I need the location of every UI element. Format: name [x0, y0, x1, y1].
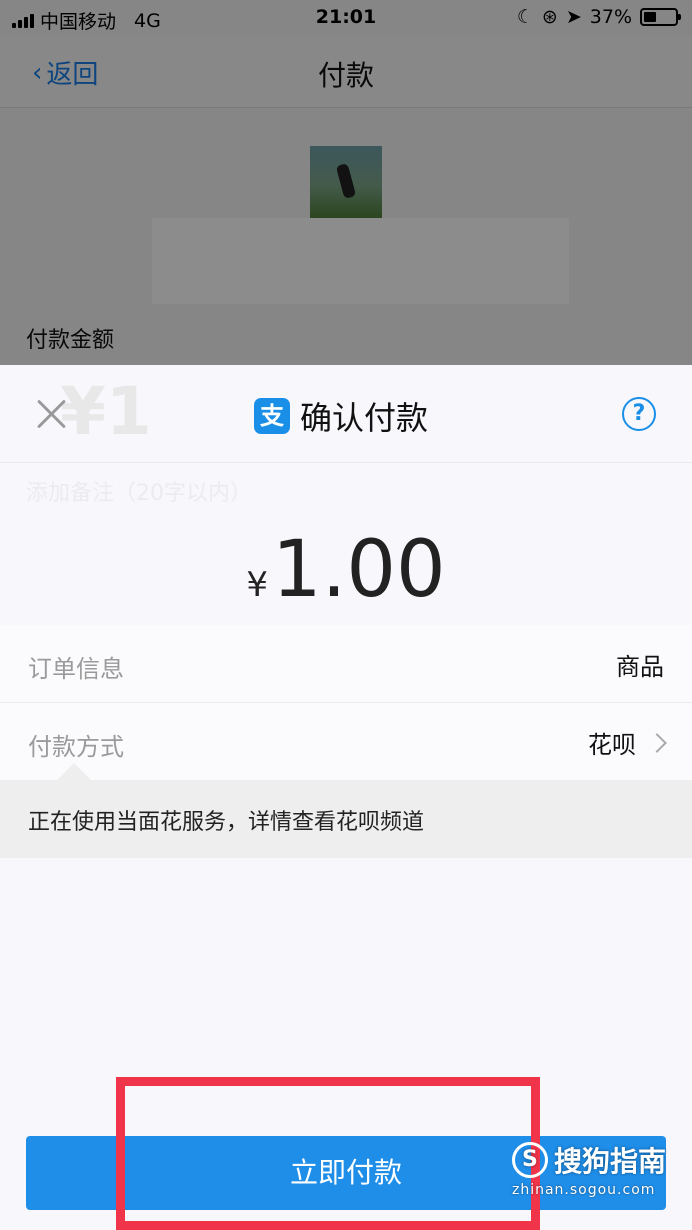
highlight-annotation: [116, 1077, 540, 1230]
dim-overlay[interactable]: [0, 0, 692, 365]
payment-method-value: 花呗: [588, 731, 636, 759]
sogou-watermark: S 搜狗指南 zhinan.sogou.com: [511, 1140, 666, 1198]
payment-method-label: 付款方式: [28, 733, 124, 761]
currency-symbol: ¥: [246, 565, 268, 605]
payment-amount: ¥1.00: [0, 525, 692, 615]
ghost-amount: ¥1: [60, 373, 152, 450]
payment-method-row[interactable]: 付款方式 花呗: [0, 703, 692, 781]
sogou-logo-icon: S: [511, 1142, 548, 1178]
amount-value: 1.00: [271, 525, 446, 615]
ghost-note-text: 添加备注（20字以内）: [26, 481, 252, 506]
watermark-url: zhinan.sogou.com: [511, 1182, 656, 1198]
chevron-right-icon: [647, 732, 667, 753]
order-info-row[interactable]: 订单信息 商品: [0, 625, 692, 703]
confirm-payment-sheet: ¥1 支 确认付款 ? 添加备注（20字以内） ¥1.00 订单信息 商品 付款…: [0, 365, 692, 1230]
order-info-label: 订单信息: [28, 655, 124, 683]
huabei-notice: 正在使用当面花服务，详情查看花呗频道: [0, 780, 692, 858]
alipay-icon: 支: [254, 398, 290, 434]
help-icon[interactable]: ?: [622, 397, 656, 431]
close-icon[interactable]: [30, 393, 72, 435]
sheet-header: ¥1 支 确认付款 ?: [0, 365, 692, 463]
order-info-value: 商品: [616, 653, 664, 681]
sheet-title-text: 确认付款: [300, 399, 429, 437]
sheet-title: 支 确认付款: [254, 393, 428, 439]
notice-text: 正在使用当面花服务，详情查看花呗频道: [28, 810, 425, 835]
watermark-brand: 搜狗指南: [553, 1145, 666, 1178]
